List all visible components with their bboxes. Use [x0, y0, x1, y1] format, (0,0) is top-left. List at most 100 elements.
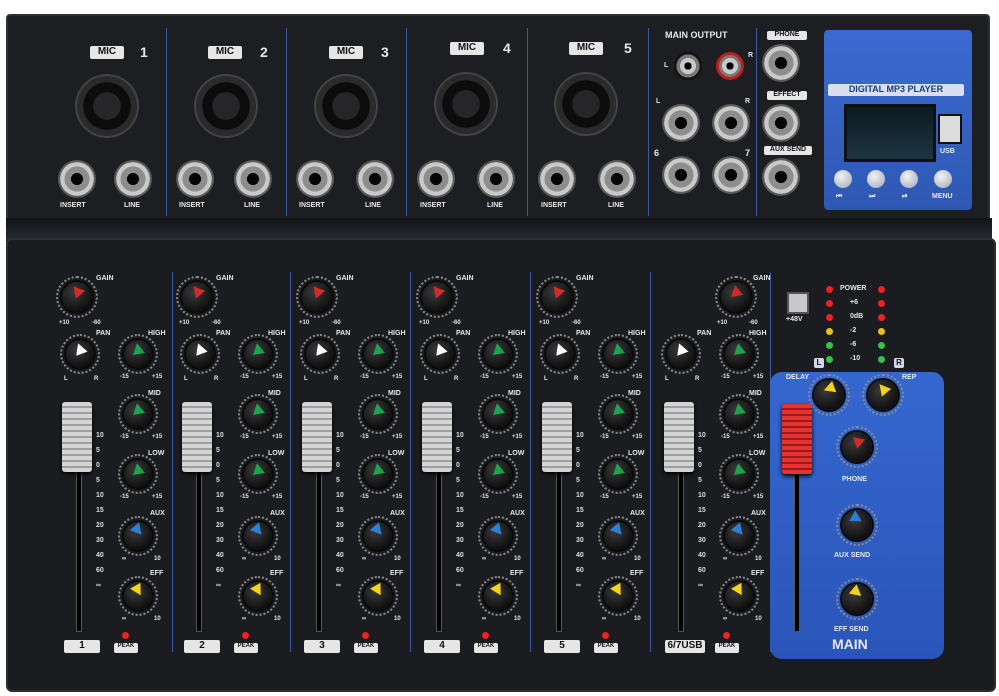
line-jack-4[interactable]: [477, 160, 515, 198]
eff-knob[interactable]: [478, 576, 518, 616]
pan-knob[interactable]: [661, 334, 701, 374]
channel-fader[interactable]: [62, 402, 92, 472]
mid-eq-knob[interactable]: [118, 394, 158, 434]
channel-fader[interactable]: [664, 402, 694, 472]
phone-jack[interactable]: [762, 44, 800, 82]
insert-jack-5[interactable]: [538, 160, 576, 198]
high-eq-knob[interactable]: [358, 334, 398, 374]
usb-port[interactable]: [938, 114, 962, 144]
aux-send-jack[interactable]: [762, 158, 800, 196]
fader-scale-mark: 40: [456, 552, 464, 559]
line-jack-2[interactable]: [234, 160, 272, 198]
aux-send-knob[interactable]: [836, 504, 878, 546]
eff-send-knob[interactable]: [836, 578, 878, 620]
eff-knob[interactable]: [719, 576, 759, 616]
mid-eq-knob[interactable]: [478, 394, 518, 434]
out-6-jack[interactable]: [662, 156, 700, 194]
eq-max-label: +15: [272, 434, 283, 440]
top-separator: [527, 28, 528, 216]
aux-knob[interactable]: [719, 516, 759, 556]
next-button[interactable]: [867, 170, 885, 188]
xlr-input-1[interactable]: [75, 74, 139, 138]
pan-knob[interactable]: [60, 334, 100, 374]
aux-knob[interactable]: [118, 516, 158, 556]
play-button[interactable]: [900, 170, 918, 188]
eff-knob[interactable]: [358, 576, 398, 616]
gain-knob[interactable]: [715, 276, 757, 318]
fader-scale-mark: 15: [336, 507, 344, 514]
xlr-input-5[interactable]: [554, 72, 618, 136]
channel-fader[interactable]: [542, 402, 572, 472]
fader-scale: 10 5 0 5 10 15 20 30 40 60 ∞: [456, 428, 464, 593]
aux-knob[interactable]: [238, 516, 278, 556]
aux-knob[interactable]: [598, 516, 638, 556]
xlr-input-2[interactable]: [194, 74, 258, 138]
mic-tag: MIC: [450, 42, 484, 55]
xlr-input-4[interactable]: [434, 72, 498, 136]
eq-max-label: +15: [632, 374, 643, 380]
channel-fader[interactable]: [302, 402, 332, 472]
main-out-jack-right[interactable]: [712, 104, 750, 142]
low-eq-knob[interactable]: [238, 454, 278, 494]
fader-scale-mark: 10: [216, 492, 224, 499]
low-eq-knob[interactable]: [358, 454, 398, 494]
high-eq-knob[interactable]: [238, 334, 278, 374]
insert-jack-2[interactable]: [176, 160, 214, 198]
pan-knob[interactable]: [540, 334, 580, 374]
gain-knob[interactable]: [56, 276, 98, 318]
eff-knob[interactable]: [118, 576, 158, 616]
rca-right[interactable]: [716, 52, 744, 80]
eff-knob[interactable]: [598, 576, 638, 616]
low-eq-knob[interactable]: [719, 454, 759, 494]
pan-knob[interactable]: [420, 334, 460, 374]
next-icon: ⏭: [869, 193, 876, 200]
high-eq-knob[interactable]: [719, 334, 759, 374]
aux-knob[interactable]: [478, 516, 518, 556]
send-min-label: ∞: [122, 556, 127, 562]
rep-knob[interactable]: [862, 374, 904, 416]
high-eq-knob[interactable]: [478, 334, 518, 374]
gain-knob[interactable]: [176, 276, 218, 318]
insert-label: INSERT: [299, 202, 325, 209]
aux-knob[interactable]: [358, 516, 398, 556]
line-jack-3[interactable]: [356, 160, 394, 198]
low-eq-knob[interactable]: [598, 454, 638, 494]
gain-knob[interactable]: [416, 276, 458, 318]
rca-left[interactable]: [674, 52, 702, 80]
knob-pointer: [129, 522, 147, 539]
phone-knob[interactable]: [836, 426, 878, 468]
gain-knob[interactable]: [296, 276, 338, 318]
main-out-jack-left[interactable]: [662, 104, 700, 142]
channel-fader[interactable]: [422, 402, 452, 472]
pan-knob[interactable]: [180, 334, 220, 374]
mid-eq-knob[interactable]: [719, 394, 759, 434]
low-eq-knob[interactable]: [478, 454, 518, 494]
eff-knob[interactable]: [238, 576, 278, 616]
insert-jack-4[interactable]: [417, 160, 455, 198]
insert-jack-1[interactable]: [58, 160, 96, 198]
phantom-power-button[interactable]: [787, 292, 809, 314]
menu-button[interactable]: [934, 170, 952, 188]
knob-pointer: [730, 522, 748, 539]
low-eq-knob[interactable]: [118, 454, 158, 494]
high-eq-knob[interactable]: [118, 334, 158, 374]
main-label: MAIN: [832, 636, 868, 652]
xlr-input-3[interactable]: [314, 74, 378, 138]
mid-eq-knob[interactable]: [238, 394, 278, 434]
out-7-jack[interactable]: [712, 156, 750, 194]
mid-eq-knob[interactable]: [598, 394, 638, 434]
top-separator: [286, 28, 287, 216]
line-jack-5[interactable]: [598, 160, 636, 198]
high-eq-knob[interactable]: [598, 334, 638, 374]
effect-jack[interactable]: [762, 104, 800, 142]
main-fader[interactable]: [782, 404, 812, 474]
insert-jack-3[interactable]: [296, 160, 334, 198]
delay-knob[interactable]: [808, 374, 850, 416]
send-max-label: 10: [514, 556, 521, 562]
mid-eq-knob[interactable]: [358, 394, 398, 434]
prev-button[interactable]: [834, 170, 852, 188]
pan-knob[interactable]: [300, 334, 340, 374]
line-jack-1[interactable]: [114, 160, 152, 198]
channel-fader[interactable]: [182, 402, 212, 472]
gain-knob[interactable]: [536, 276, 578, 318]
